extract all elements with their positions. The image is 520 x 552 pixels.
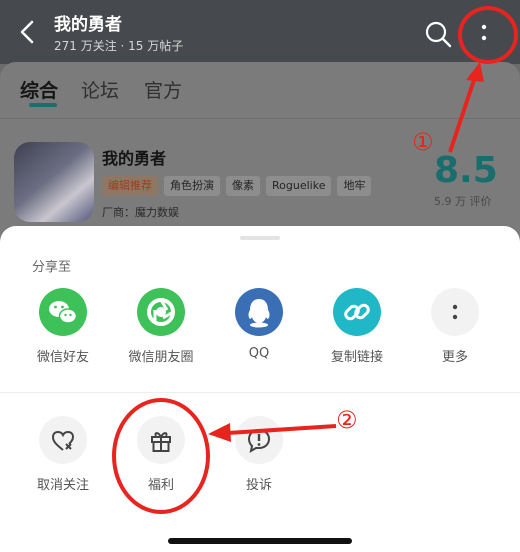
sheet-handle[interactable]: [240, 236, 280, 240]
tag-rpg[interactable]: 角色扮演: [164, 176, 220, 196]
share-label: QQ: [248, 346, 270, 361]
page-subtitle: 271 万关注 · 15 万帖子: [54, 39, 184, 53]
game-tags: 编辑推荐 角色扮演 像素 Roguelike 地牢: [102, 174, 377, 196]
share-to-label: 分享至: [32, 260, 72, 275]
home-indicator: [168, 538, 352, 544]
rating-count: 5.9 万 评价: [434, 195, 492, 208]
tab-overview[interactable]: 综合: [20, 76, 58, 103]
wechat-icon: [39, 288, 87, 336]
developer-label: 厂商：魔力数娱: [102, 206, 179, 219]
marker-one: ①: [412, 128, 434, 156]
qq-icon: [235, 288, 283, 336]
page-title: 我的勇者: [54, 15, 122, 35]
game-icon-image[interactable]: [14, 142, 94, 222]
moments-icon: [137, 288, 185, 336]
tab-official[interactable]: 官方: [144, 76, 182, 103]
action-label: 取消关注: [36, 478, 89, 493]
game-title: 我的勇者: [102, 149, 167, 168]
share-label: 微信好友: [36, 350, 89, 365]
link-icon: [333, 288, 381, 336]
tag-pixel[interactable]: 像素: [226, 176, 260, 196]
share-label: 复制链接: [330, 350, 383, 365]
action-label: 投诉: [245, 478, 272, 493]
share-qq[interactable]: QQ: [219, 288, 299, 361]
share-copy-link[interactable]: 复制链接: [317, 288, 397, 365]
unfollow-heart-icon: [39, 416, 87, 464]
back-arrow-icon[interactable]: [14, 18, 42, 46]
share-wechat-moments[interactable]: 微信朋友圈: [121, 288, 201, 365]
share-label: 微信朋友圈: [128, 350, 194, 365]
tag-dungeon[interactable]: 地牢: [337, 176, 372, 196]
tag-roguelike[interactable]: Roguelike: [266, 176, 332, 196]
share-wechat-friend[interactable]: 微信好友: [23, 288, 103, 365]
more-icon: [431, 288, 479, 336]
share-label: 更多: [441, 350, 468, 365]
share-more[interactable]: 更多: [415, 288, 495, 365]
action-unfollow[interactable]: 取消关注: [23, 416, 103, 493]
tag-editor-pick[interactable]: 编辑推荐: [102, 176, 158, 196]
share-sheet: [0, 226, 520, 552]
highlight-ring-welfare: [112, 398, 210, 514]
sheet-divider: [0, 392, 520, 393]
arrow-to-more-icon: [448, 62, 484, 153]
tab-forum[interactable]: 论坛: [81, 76, 119, 103]
arrow-to-welfare-icon: [208, 423, 337, 442]
search-icon[interactable]: [424, 20, 452, 48]
highlight-ring-more: [458, 6, 518, 64]
active-tab-indicator: [29, 103, 57, 107]
